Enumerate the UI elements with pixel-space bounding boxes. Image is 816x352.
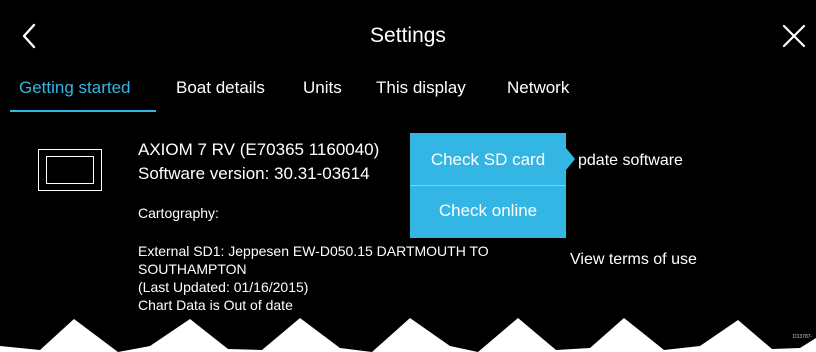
chart-last-updated: (Last Updated: 01/16/2015)	[138, 279, 309, 295]
tab-network[interactable]: Network	[507, 77, 569, 99]
update-source-menu: Check SD card Check online	[410, 133, 566, 238]
torn-edge	[0, 318, 816, 352]
update-software-button[interactable]: pdate software	[578, 151, 683, 171]
chart-card-info: External SD1: Jeppesen EW-D050.15 DARTMO…	[138, 243, 489, 259]
chart-status: Chart Data is Out of date	[138, 297, 293, 313]
chart-card-info-cont: SOUTHAMPTON	[138, 261, 247, 277]
tab-units[interactable]: Units	[303, 77, 342, 99]
view-terms-button[interactable]: View terms of use	[570, 250, 697, 270]
display-device-icon	[38, 149, 102, 191]
page-title: Settings	[370, 24, 446, 47]
cartography-label: Cartography:	[138, 205, 219, 221]
close-icon[interactable]	[780, 22, 808, 50]
menu-pointer	[566, 148, 575, 170]
software-version: Software version: 30.31-03614	[138, 164, 370, 183]
active-tab-indicator	[10, 110, 156, 112]
tab-this-display[interactable]: This display	[376, 77, 466, 99]
device-model: AXIOM 7 RV (E70365 1160040)	[138, 140, 380, 159]
tab-getting-started[interactable]: Getting started	[19, 77, 131, 99]
check-sd-card-option[interactable]: Check SD card	[410, 149, 566, 171]
menu-divider	[410, 185, 566, 186]
check-online-option[interactable]: Check online	[410, 200, 566, 222]
settings-screen: Settings Getting started Boat details Un…	[0, 0, 816, 352]
figure-code: D13787-	[793, 334, 813, 340]
tab-boat-details[interactable]: Boat details	[176, 77, 265, 99]
